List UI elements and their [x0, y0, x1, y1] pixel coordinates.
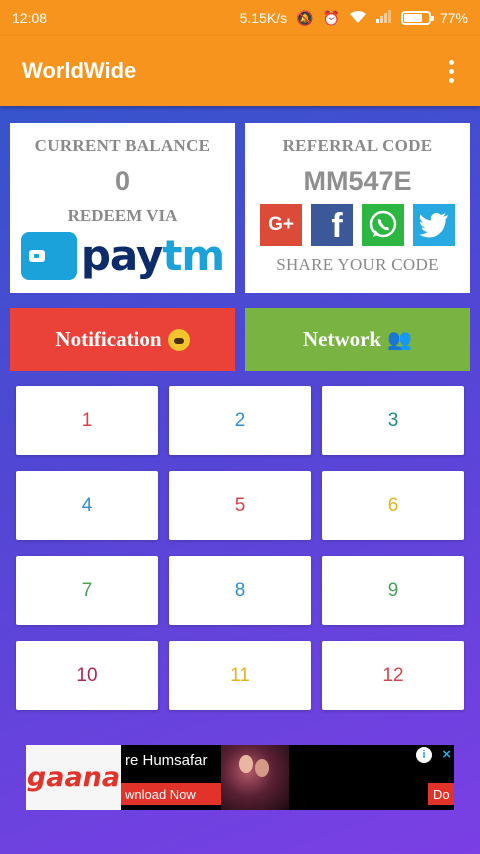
overflow-menu-icon[interactable]	[445, 56, 458, 87]
redeem-label: REDEEM VIA	[67, 206, 178, 225]
number-tile-5[interactable]: 5	[169, 471, 311, 540]
number-tile-11[interactable]: 11	[169, 641, 311, 710]
referral-card: REFERRAL CODE MM547E G+ f SHARE YOUR COD…	[245, 123, 470, 293]
ad-download-button[interactable]: wnload Now	[121, 783, 221, 805]
twitter-share-button[interactable]	[413, 204, 455, 246]
network-speed: 5.15K/s	[239, 10, 288, 26]
network-label: Network	[302, 327, 382, 351]
number-tile-12[interactable]: 12	[322, 641, 464, 710]
battery-icon	[400, 11, 434, 25]
whatsapp-share-button[interactable]	[362, 204, 404, 246]
notification-icon	[167, 328, 190, 351]
number-tile-6[interactable]: 6	[322, 471, 464, 540]
notification-label: Notification	[55, 327, 162, 351]
status-time: 12:08	[12, 10, 48, 26]
ad-download-button-right[interactable]: Do	[428, 783, 454, 805]
share-buttons: G+ f	[245, 204, 470, 246]
number-tile-7[interactable]: 7	[16, 556, 158, 625]
number-tile-4[interactable]: 4	[16, 471, 158, 540]
twitter-icon	[419, 213, 448, 238]
balance-value: 0	[114, 166, 131, 196]
ad-close-icon[interactable]: ×	[442, 746, 451, 763]
network-button[interactable]: Network 👥	[245, 308, 470, 371]
notification-button[interactable]: Notification	[10, 308, 235, 371]
paytm-wallet-icon	[20, 232, 77, 280]
paytm-logo[interactable]: paytm	[10, 232, 235, 280]
number-tile-8[interactable]: 8	[169, 556, 311, 625]
paytm-tm: tm	[162, 231, 225, 280]
app-title: WorldWide	[22, 58, 137, 83]
status-icons: 5.15K/s 🔕 ⏰ 77%	[240, 10, 468, 27]
facebook-share-button[interactable]: f	[311, 204, 353, 246]
balance-card: CURRENT BALANCE 0 REDEEM VIA paytm	[10, 123, 235, 293]
number-tile-1[interactable]: 1	[16, 386, 158, 455]
paytm-pay: pay	[80, 231, 163, 280]
users-icon: 👥	[387, 329, 413, 351]
mute-icon: 🔕	[296, 10, 314, 26]
number-tile-10[interactable]: 10	[16, 641, 158, 710]
ad-info-icon[interactable]: i	[416, 747, 432, 763]
ad-image	[221, 745, 289, 810]
status-bar: 12:08 5.15K/s 🔕 ⏰ 77%	[0, 0, 480, 36]
referral-label: REFERRAL CODE	[282, 136, 433, 155]
balance-label: CURRENT BALANCE	[34, 136, 211, 155]
google-plus-share-button[interactable]: G+	[260, 204, 302, 246]
battery-percent: 77%	[439, 10, 468, 26]
number-tile-9[interactable]: 9	[322, 556, 464, 625]
number-tile-2[interactable]: 2	[169, 386, 311, 455]
app-bar: WorldWide	[0, 36, 480, 106]
share-label: SHARE YOUR CODE	[276, 255, 439, 274]
ad-title: re Humsafar	[125, 752, 208, 769]
signal-icon	[375, 10, 392, 26]
ad-banner[interactable]: gaana re Humsafar wnload Now i × Do	[26, 745, 454, 810]
number-tile-3[interactable]: 3	[322, 386, 464, 455]
whatsapp-icon	[369, 210, 397, 238]
gaana-logo: gaana	[26, 745, 121, 810]
wifi-icon	[349, 10, 367, 27]
alarm-icon: ⏰	[322, 10, 340, 26]
referral-code: MM547E	[303, 166, 412, 196]
